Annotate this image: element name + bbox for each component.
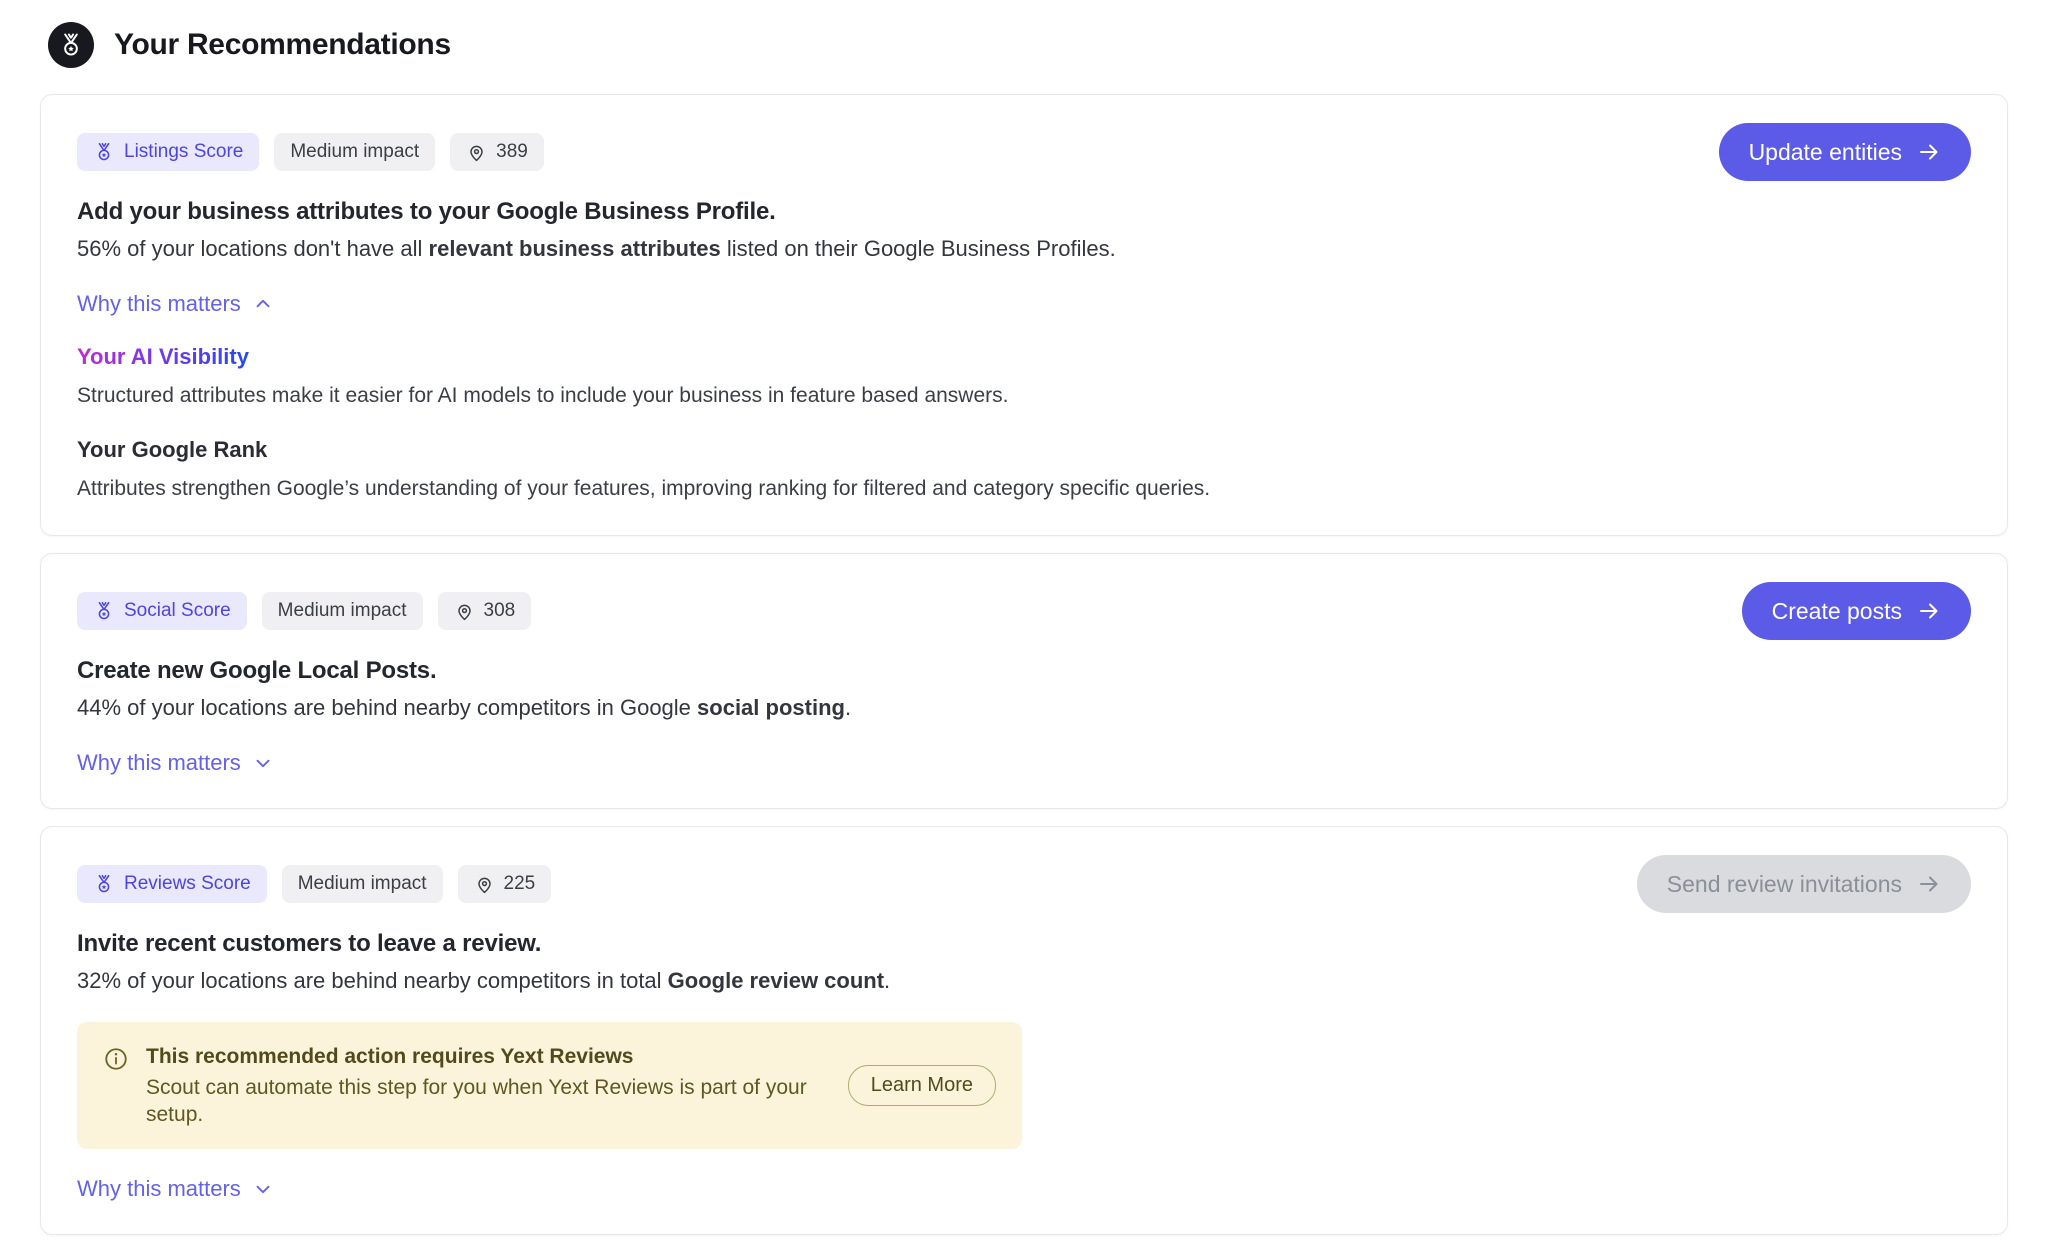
learn-more-button[interactable]: Learn More <box>848 1065 996 1106</box>
impact-badge-label: Medium impact <box>278 600 407 622</box>
score-badge-label: Social Score <box>124 600 231 622</box>
google-rank-title: Your Google Rank <box>77 436 1971 464</box>
ai-visibility-title: Your AI Visibility <box>77 343 249 371</box>
why-this-matters-label: Why this matters <box>77 750 241 776</box>
score-badge-label: Listings Score <box>124 141 243 163</box>
body-prefix: 44% of your locations are behind nearby … <box>77 695 697 720</box>
arrow-right-icon <box>1917 872 1941 896</box>
body-prefix: 56% of your locations don't have all <box>77 236 429 261</box>
page-header: Your Recommendations <box>0 0 2048 68</box>
location-count-value: 389 <box>496 141 528 163</box>
chevron-down-icon <box>252 1178 274 1200</box>
impact-badge: Medium impact <box>274 133 435 171</box>
body-prefix: 32% of your locations are behind nearby … <box>77 968 668 993</box>
card-heading: Add your business attributes to your Goo… <box>77 196 1971 228</box>
medal-icon <box>93 873 115 895</box>
recommendation-card-social: Social Score Medium impact 308 Create po… <box>40 553 2008 809</box>
body-bold: social posting <box>697 695 845 720</box>
body-bold: relevant business attributes <box>429 236 721 261</box>
send-review-invitations-button[interactable]: Send review invitations <box>1637 855 1971 913</box>
recommendations-list: Listings Score Medium impact 389 Update … <box>0 68 2048 1235</box>
info-icon <box>103 1046 129 1077</box>
score-badge-label: Reviews Score <box>124 873 251 895</box>
card-body: 44% of your locations are behind nearby … <box>77 692 1971 723</box>
body-suffix: . <box>884 968 890 993</box>
card-heading: Invite recent customers to leave a revie… <box>77 928 1971 960</box>
why-this-matters-label: Why this matters <box>77 291 241 317</box>
notice-body: Scout can automate this step for you whe… <box>146 1074 831 1128</box>
location-count-badge: 308 <box>438 592 532 630</box>
arrow-right-icon <box>1917 599 1941 623</box>
chevron-down-icon <box>252 752 274 774</box>
why-this-matters-label: Why this matters <box>77 1176 241 1202</box>
map-pin-icon <box>454 601 475 622</box>
map-pin-icon <box>466 142 487 163</box>
body-bold: Google review count <box>668 968 884 993</box>
cta-label: Update entities <box>1749 139 1902 166</box>
score-badge: Listings Score <box>77 133 259 171</box>
score-badge: Reviews Score <box>77 865 267 903</box>
medal-icon <box>93 141 115 163</box>
badge-row: Listings Score Medium impact 389 <box>77 133 1971 171</box>
card-body: 56% of your locations don't have all rel… <box>77 233 1971 264</box>
body-suffix: listed on their Google Business Profiles… <box>721 236 1116 261</box>
location-count-value: 308 <box>484 600 516 622</box>
location-count-badge: 389 <box>450 133 544 171</box>
chevron-up-icon <box>252 293 274 315</box>
cta-label: Send review invitations <box>1667 871 1902 898</box>
score-badge: Social Score <box>77 592 247 630</box>
arrow-right-icon <box>1917 140 1941 164</box>
impact-badge-label: Medium impact <box>298 873 427 895</box>
notice-title: This recommended action requires Yext Re… <box>146 1043 831 1070</box>
recommendation-card-listings: Listings Score Medium impact 389 Update … <box>40 94 2008 536</box>
body-suffix: . <box>845 695 851 720</box>
update-entities-button[interactable]: Update entities <box>1719 123 1971 181</box>
card-heading: Create new Google Local Posts. <box>77 655 1971 687</box>
impact-badge-label: Medium impact <box>290 141 419 163</box>
badge-row: Social Score Medium impact 308 <box>77 592 1971 630</box>
notice-texts: This recommended action requires Yext Re… <box>146 1043 831 1128</box>
recommendations-medal-icon <box>48 22 94 68</box>
page-title: Your Recommendations <box>114 28 451 62</box>
impact-badge: Medium impact <box>282 865 443 903</box>
impact-badge: Medium impact <box>262 592 423 630</box>
ai-visibility-text: Structured attributes make it easier for… <box>77 382 1971 410</box>
why-expanded-content: Your AI Visibility Structured attributes… <box>77 343 1971 503</box>
card-body: 32% of your locations are behind nearby … <box>77 965 1971 996</box>
location-count-badge: 225 <box>458 865 552 903</box>
medal-icon <box>93 600 115 622</box>
why-this-matters-toggle[interactable]: Why this matters <box>77 750 274 776</box>
google-rank-text: Attributes strengthen Google’s understan… <box>77 475 1971 503</box>
create-posts-button[interactable]: Create posts <box>1742 582 1971 640</box>
recommendation-card-reviews: Reviews Score Medium impact 225 Send rev… <box>40 826 2008 1235</box>
location-count-value: 225 <box>504 873 536 895</box>
why-this-matters-toggle[interactable]: Why this matters <box>77 1176 274 1202</box>
map-pin-icon <box>474 874 495 895</box>
why-this-matters-toggle[interactable]: Why this matters <box>77 291 274 317</box>
yext-reviews-notice: This recommended action requires Yext Re… <box>77 1022 1022 1149</box>
cta-label: Create posts <box>1772 598 1902 625</box>
